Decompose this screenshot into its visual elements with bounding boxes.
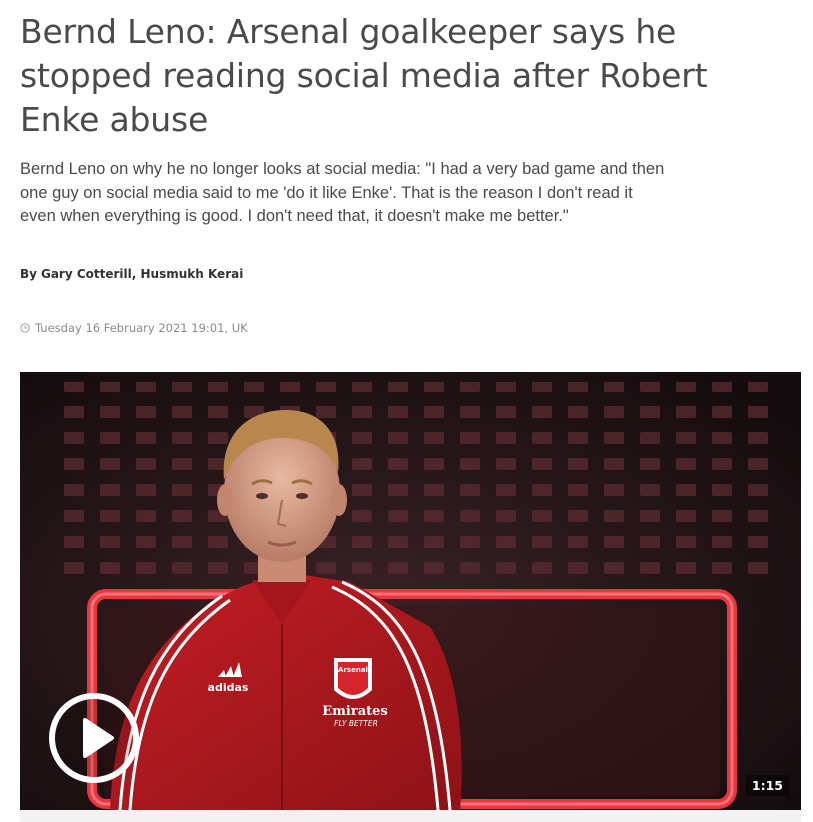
video-caption-strip bbox=[20, 810, 801, 822]
byline: By Gary Cotterill, Husmukh Kerai bbox=[20, 267, 243, 281]
article-headline: Bernd Leno: Arsenal goalkeeper says he s… bbox=[20, 12, 708, 139]
crest-text: Arsenal bbox=[338, 666, 368, 674]
dateline: Tuesday 16 February 2021 19:01, UK bbox=[20, 321, 248, 335]
video-player[interactable]: Arsenal Emirates FLY BETTER adidas 1:15 bbox=[20, 372, 801, 810]
publish-timestamp: Tuesday 16 February 2021 19:01, UK bbox=[35, 321, 248, 335]
clock-icon bbox=[20, 323, 30, 333]
shirt-sponsor: Emirates bbox=[322, 704, 387, 719]
article: Bernd Leno: Arsenal goalkeeper says he s… bbox=[0, 0, 813, 822]
play-icon[interactable] bbox=[48, 692, 140, 784]
article-standfirst: Bernd Leno on why he no longer looks at … bbox=[20, 160, 665, 225]
shirt-brand: adidas bbox=[208, 681, 249, 694]
shirt-slogan: FLY BETTER bbox=[334, 719, 378, 728]
byline-prefix: By bbox=[20, 267, 37, 281]
video-duration: 1:15 bbox=[745, 775, 789, 796]
byline-authors[interactable]: Gary Cotterill, Husmukh Kerai bbox=[41, 267, 243, 281]
